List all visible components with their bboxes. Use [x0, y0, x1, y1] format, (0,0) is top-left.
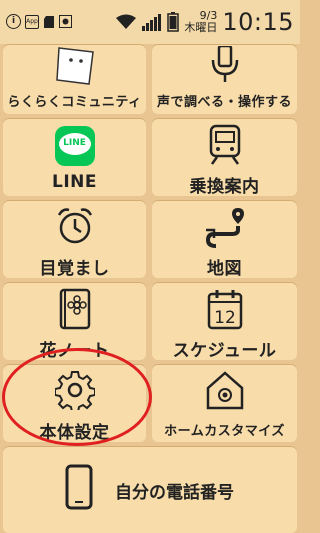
- clock: 10:15: [222, 8, 294, 36]
- tile-voice-search[interactable]: 声で調べる・操作する: [152, 44, 297, 114]
- tile-map[interactable]: 地図: [152, 200, 297, 279]
- smartphone-icon: [65, 464, 93, 510]
- tile-line[interactable]: LINE LINE: [3, 118, 146, 196]
- tile-label: 目覚まし: [39, 259, 110, 279]
- tile-home-customize[interactable]: ホームカスタマイズ: [152, 364, 297, 442]
- notification-icons: i App: [6, 14, 72, 29]
- app-badge-icon: App: [25, 14, 39, 29]
- battery-icon: [167, 12, 180, 32]
- flower-notebook-icon: [59, 288, 90, 330]
- signal-icon: [142, 14, 162, 31]
- calendar-icon: 12: [207, 290, 242, 330]
- calendar-day: 12: [214, 308, 236, 328]
- tile-label: 地図: [207, 259, 242, 279]
- tile-label: らくらくコミュニティ: [7, 95, 142, 110]
- status-bar: i App 9/3 木曜日 10:15: [0, 0, 300, 44]
- tile-community[interactable]: らくらくコミュニティ: [3, 44, 146, 114]
- tile-flower-note[interactable]: 花ノート: [3, 282, 146, 361]
- tile-label: LINE: [52, 172, 97, 192]
- tile-device-settings[interactable]: 本体設定: [3, 364, 146, 443]
- microphone-icon: [211, 46, 238, 82]
- tile-schedule[interactable]: 12 スケジュール: [152, 282, 297, 361]
- info-icon: i: [6, 14, 21, 29]
- line-app-icon: LINE: [54, 126, 95, 166]
- home-gear-icon: [206, 371, 243, 410]
- map-route-icon: [205, 208, 244, 248]
- tile-label: ホームカスタマイズ: [164, 424, 285, 439]
- sd-card-icon: [44, 15, 54, 28]
- tile-label: 本体設定: [39, 423, 110, 443]
- tile-alarm[interactable]: 目覚まし: [3, 200, 146, 279]
- settings-notification-icon: [59, 15, 72, 28]
- alarm-clock-icon: [57, 208, 92, 244]
- date-display: 9/3 木曜日: [184, 10, 217, 34]
- tile-label: 自分の電話番号: [115, 483, 234, 503]
- wifi-icon: [116, 14, 137, 29]
- tile-label: スケジュール: [172, 341, 277, 361]
- tile-my-phone-number[interactable]: 自分の電話番号: [3, 446, 297, 533]
- line-icon-text: LINE: [63, 138, 86, 148]
- tile-transit[interactable]: 乗換案内: [152, 118, 297, 197]
- tile-label: 花ノート: [39, 341, 110, 361]
- community-mascot-icon: [55, 47, 94, 85]
- tile-label: 声で調べる・操作する: [156, 95, 292, 110]
- tile-label: 乗換案内: [189, 177, 260, 197]
- weekday: 木曜日: [184, 21, 218, 34]
- gear-icon: [54, 371, 95, 410]
- train-icon: [209, 124, 240, 165]
